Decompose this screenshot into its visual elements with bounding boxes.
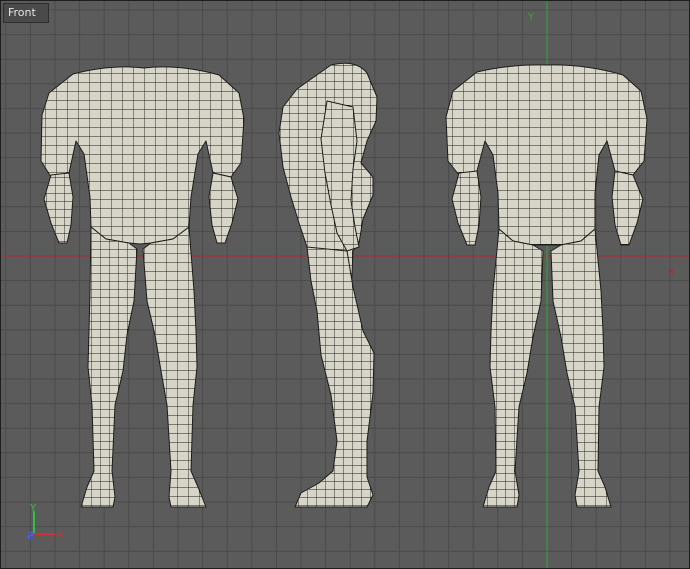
viewport-canvas[interactable]: X Y Y X Z: [1, 1, 689, 568]
orientation-gizmo: Y X Z: [26, 503, 64, 542]
side-view-mesh[interactable]: [278, 62, 378, 508]
gizmo-x-label: X: [57, 530, 64, 541]
wireframe-overlay: [551, 229, 611, 507]
front-viewport[interactable]: X Y Y X Z Front: [0, 0, 690, 569]
world-x-axis-label: X: [668, 267, 675, 278]
gizmo-y-label: Y: [29, 503, 37, 514]
world-y-axis-label: Y: [527, 12, 535, 23]
viewport-view-label[interactable]: Front: [3, 3, 49, 23]
wireframe-overlay: [483, 229, 543, 507]
wireframe-overlay: [295, 247, 374, 507]
gizmo-z-label: Z: [27, 531, 34, 542]
wireframe-overlay: [143, 227, 206, 507]
wireframe-overlay: [209, 173, 238, 243]
front-view-mesh[interactable]: [40, 66, 245, 508]
